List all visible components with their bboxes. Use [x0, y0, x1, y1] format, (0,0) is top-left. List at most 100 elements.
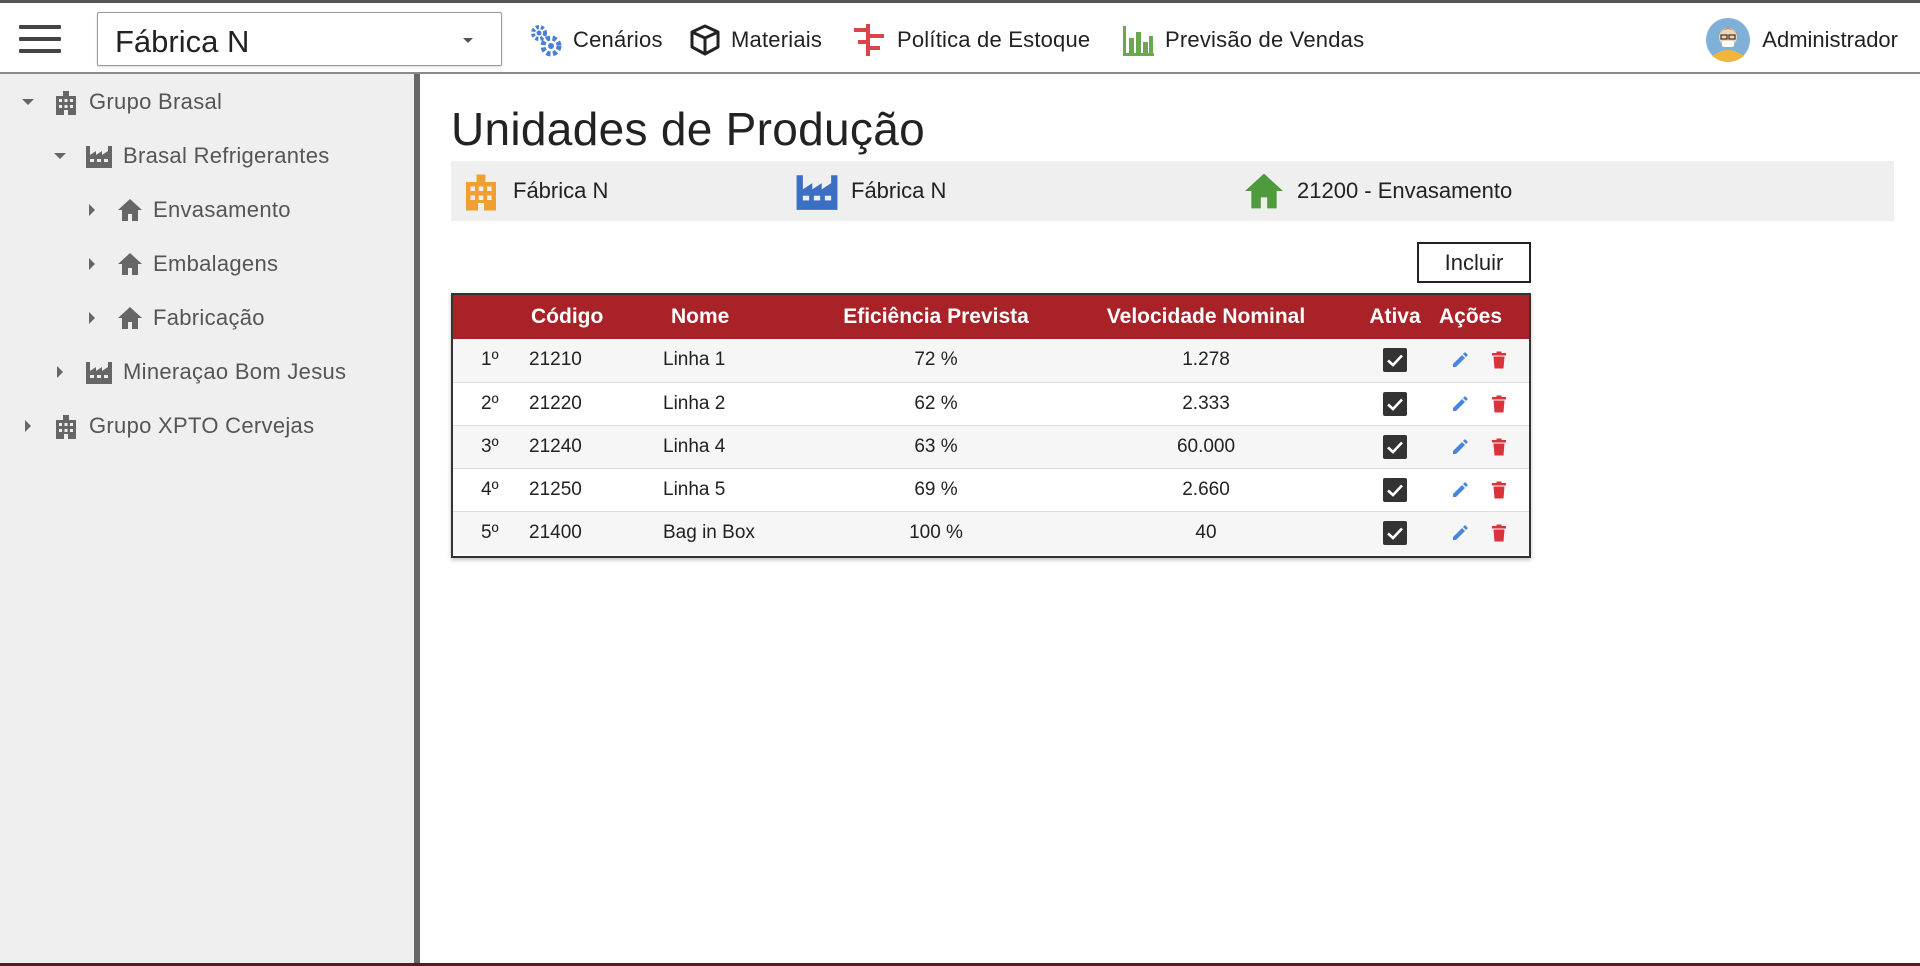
edit-button[interactable] — [1451, 438, 1469, 456]
tree-item-mineracao-bom-jesus[interactable]: Mineraçao Bom Jesus — [53, 354, 346, 390]
edit-button[interactable] — [1451, 395, 1469, 413]
pencil-icon — [1453, 481, 1468, 497]
factory-selector[interactable]: Fábrica N — [97, 12, 502, 66]
col-header-eficiencia[interactable]: Eficiência Prevista — [811, 295, 1061, 339]
home-icon — [1245, 173, 1283, 209]
check-icon — [1387, 398, 1403, 411]
trash-icon — [1492, 481, 1506, 498]
tree-item-fabricacao[interactable]: Fabricação — [85, 300, 265, 336]
nav-previsao-vendas-label: Previsão de Vendas — [1165, 27, 1365, 52]
edit-button[interactable] — [1451, 524, 1469, 542]
col-header-acoes: Ações — [1439, 305, 1503, 328]
trash-icon — [1492, 395, 1506, 412]
building-icon — [56, 415, 76, 439]
delete-button[interactable] — [1491, 351, 1507, 369]
check-icon — [1387, 354, 1403, 368]
cell-index: 1º — [481, 349, 499, 371]
tree-item-envasamento[interactable]: Envasamento — [85, 192, 291, 228]
edit-button[interactable] — [1451, 351, 1469, 369]
active-checkbox[interactable] — [1383, 348, 1407, 373]
table-row[interactable]: 1º 21210 Linha 1 72 % 1.278 — [453, 339, 1529, 382]
cell-eficiencia: 100 % — [909, 521, 963, 543]
col-header-nome[interactable]: Nome — [663, 295, 811, 339]
trash-icon — [1492, 438, 1506, 455]
cell-nome: Bag in Box — [663, 521, 755, 543]
expand-arrow-icon[interactable] — [89, 312, 95, 324]
nav-materiais[interactable]: Materiais — [688, 21, 822, 59]
cell-eficiencia: 72 % — [914, 349, 958, 371]
cell-ativa — [1351, 339, 1439, 382]
include-button[interactable]: Incluir — [1417, 242, 1531, 283]
info-company: Fábrica N — [795, 169, 946, 213]
trash-icon — [1492, 524, 1506, 542]
table-row[interactable]: 2º 21220 Linha 2 62 % 2.333 — [453, 382, 1529, 425]
menu-icon[interactable] — [19, 25, 61, 53]
col-header-index — [453, 295, 529, 339]
col-header-velocidade[interactable]: Velocidade Nominal — [1061, 295, 1351, 339]
factory-icon — [86, 362, 112, 384]
pencil-icon — [1453, 525, 1468, 540]
info-unit: 21200 - Envasamento — [1243, 169, 1512, 213]
nav-cenarios[interactable]: Cenários — [526, 21, 663, 59]
nav-politica-estoque-label: Política de Estoque — [897, 27, 1091, 52]
user-name: Administrador — [1762, 27, 1898, 52]
delete-button[interactable] — [1491, 438, 1507, 456]
table-row[interactable]: 5º 21400 Bag in Box 100 % 40 — [453, 511, 1529, 554]
tree-item-label: Fabricação — [153, 305, 265, 330]
active-checkbox[interactable] — [1383, 434, 1407, 459]
expand-arrow-icon[interactable] — [89, 258, 95, 270]
cell-codigo: 21250 — [529, 478, 582, 500]
pencil-icon — [1453, 395, 1468, 411]
cell-velocidade: 2.660 — [1182, 478, 1230, 500]
tree-item-grupo-xpto-cervejas[interactable]: Grupo XPTO Cervejas — [21, 408, 314, 444]
expand-arrow-icon[interactable] — [22, 99, 34, 105]
active-checkbox[interactable] — [1383, 520, 1407, 545]
cell-velocidade: 2.333 — [1182, 392, 1230, 414]
cell-velocidade: 40 — [1195, 521, 1217, 543]
user-menu[interactable]: Administrador — [1706, 18, 1898, 62]
context-info-bar: Fábrica N Fábrica N 21200 - Envasamento — [451, 161, 1894, 221]
delete-button[interactable] — [1491, 395, 1507, 413]
tree-item-label: Grupo Brasal — [89, 89, 223, 114]
table-row[interactable]: 4º 21250 Linha 5 69 % 2.660 — [453, 468, 1529, 511]
home-icon — [118, 307, 142, 329]
delete-button[interactable] — [1491, 524, 1507, 542]
table-row[interactable]: 3º 21240 Linha 4 63 % 60.000 — [453, 425, 1529, 468]
cell-index: 4º — [481, 478, 499, 500]
tree-item-label: Envasamento — [153, 197, 291, 222]
page-title: Unidades de Produção — [451, 103, 925, 155]
production-units-table: Código Nome Eficiência Prevista Velocida… — [451, 293, 1531, 558]
pencil-icon — [1453, 438, 1468, 454]
tree-item-embalagens[interactable]: Embalagens — [85, 246, 278, 282]
cell-index: 3º — [481, 435, 499, 457]
tree-item-brasal-refrigerantes[interactable]: Brasal Refrigerantes — [53, 138, 330, 174]
expand-arrow-icon[interactable] — [89, 204, 95, 216]
cell-nome: Linha 4 — [663, 435, 726, 457]
sidebar-tree: Grupo Brasal Brasal Refrigerantes Envasa… — [0, 74, 420, 966]
active-checkbox[interactable] — [1383, 391, 1407, 416]
cell-acoes — [1439, 339, 1529, 382]
top-bar: Fábrica N Cenários Materiais Política de… — [0, 0, 1920, 74]
nav-previsao-vendas[interactable]: Previsão de Vendas — [1120, 21, 1364, 59]
edit-button[interactable] — [1451, 481, 1469, 499]
cell-acoes — [1439, 382, 1529, 425]
cell-codigo: 21220 — [529, 392, 582, 414]
stock-policy-icon — [854, 24, 884, 56]
cell-index: 2º — [481, 392, 499, 414]
gears-icon — [531, 25, 562, 57]
factory-icon — [86, 146, 112, 168]
expand-arrow-icon[interactable] — [54, 153, 66, 159]
delete-button[interactable] — [1491, 481, 1507, 499]
nav-politica-estoque[interactable]: Política de Estoque — [852, 21, 1090, 59]
building-icon — [56, 91, 76, 115]
info-label: Fábrica N — [513, 178, 609, 203]
box-icon — [690, 24, 720, 56]
active-checkbox[interactable] — [1383, 477, 1407, 502]
col-header-codigo[interactable]: Código — [529, 295, 663, 339]
col-header-ativa[interactable]: Ativa — [1351, 295, 1439, 339]
expand-arrow-icon[interactable] — [57, 366, 63, 378]
tree-item-grupo-brasal[interactable]: Grupo Brasal — [21, 84, 222, 120]
cell-ativa — [1351, 468, 1439, 511]
pencil-icon — [1453, 352, 1468, 368]
expand-arrow-icon[interactable] — [25, 420, 31, 432]
